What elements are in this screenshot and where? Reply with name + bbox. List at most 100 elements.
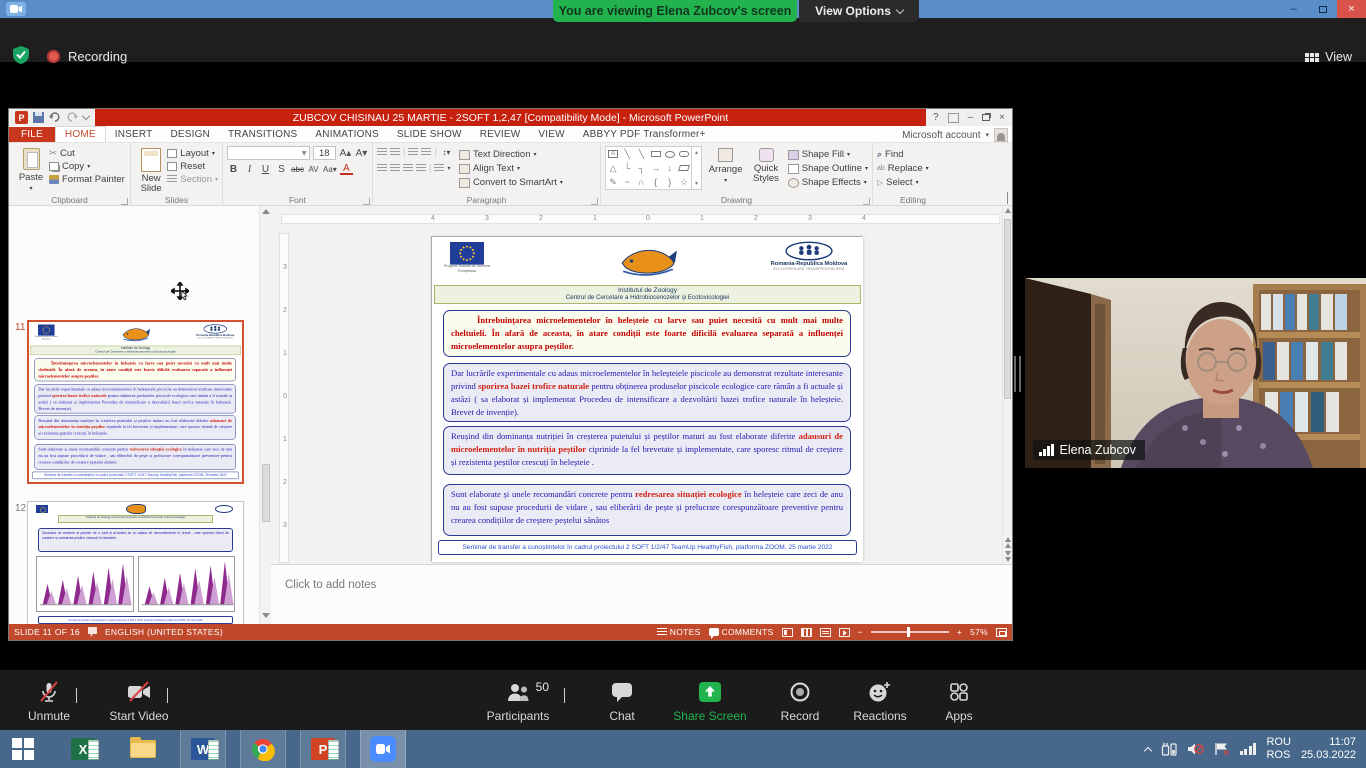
scrollbar-thumb[interactable] xyxy=(262,464,270,522)
slide-textbox-1[interactable]: Întrebuințarea microelementelor în heleș… xyxy=(443,310,851,357)
fit-slide-button[interactable] xyxy=(996,628,1007,637)
text-direction-button[interactable]: Text Direction▾ xyxy=(459,148,563,161)
tab-home[interactable]: HOME xyxy=(55,126,106,142)
slide-canvas[interactable]: Program finantat de Uniunea Europeana Ro… xyxy=(431,236,862,561)
zoom-in-button[interactable]: + xyxy=(957,627,962,637)
comments-toggle-button[interactable]: COMMENTS xyxy=(709,627,774,637)
justify-icon[interactable] xyxy=(416,164,426,173)
share-screen-button[interactable]: Share Screen xyxy=(664,678,756,723)
zoom-out-button[interactable]: − xyxy=(858,627,863,637)
participants-button[interactable]: 50 Participants xyxy=(478,678,558,723)
participant-video[interactable]: Elena Zubcov xyxy=(1025,278,1366,468)
quick-styles-button[interactable]: Quick Styles xyxy=(749,146,783,190)
italic-button[interactable]: I xyxy=(243,163,256,176)
collapse-ribbon-button[interactable] xyxy=(1007,192,1008,203)
font-size-select[interactable]: 18 xyxy=(313,146,336,160)
paste-button[interactable]: Paste▾ xyxy=(13,146,49,192)
decrease-indent-icon[interactable] xyxy=(408,148,418,157)
align-center-icon[interactable] xyxy=(390,164,400,173)
bold-button[interactable]: B xyxy=(227,163,240,176)
taskbar-zoom[interactable] xyxy=(360,730,406,768)
maximize-button[interactable] xyxy=(1308,0,1337,18)
arrange-button[interactable]: Arrange▾ xyxy=(707,146,744,190)
zoom-slider[interactable] xyxy=(871,631,949,633)
shadow-button[interactable]: S xyxy=(275,163,288,176)
section-button[interactable]: Section▾ xyxy=(167,174,218,185)
underline-button[interactable]: U xyxy=(259,163,272,176)
view-layout-button[interactable]: View xyxy=(1305,45,1352,69)
notes-placeholder[interactable]: Click to add notes xyxy=(285,579,376,591)
start-video-button[interactable]: Start Video xyxy=(104,678,174,723)
normal-view-button[interactable] xyxy=(782,628,793,637)
account-avatar[interactable] xyxy=(994,128,1008,142)
shape-fill-button[interactable]: Shape Fill▾ xyxy=(788,148,868,161)
scrollbar-thumb[interactable] xyxy=(1004,219,1011,399)
bullets-icon[interactable] xyxy=(377,148,387,157)
scroll-up-arrow[interactable] xyxy=(1005,208,1011,213)
slide-sorter-view-button[interactable] xyxy=(801,628,812,637)
reset-button[interactable]: Reset xyxy=(167,161,218,172)
slide-11-thumbnail[interactable]: Program finantat de Uniunea Europeana Ro… xyxy=(27,320,244,484)
slide-textbox-3[interactable]: Reușind din dominanța nutriției în creșt… xyxy=(443,426,851,475)
scroll-up-arrow[interactable] xyxy=(262,209,270,214)
spell-check-icon[interactable] xyxy=(88,627,97,637)
tab-transitions[interactable]: TRANSITIONS xyxy=(219,127,306,142)
zoom-percentage[interactable]: 57% xyxy=(970,627,988,637)
tab-review[interactable]: REVIEW xyxy=(471,127,530,142)
start-button[interactable] xyxy=(0,730,46,768)
copy-button[interactable]: Copy▾ xyxy=(49,161,125,172)
shrink-font-button[interactable]: A▾ xyxy=(355,147,368,160)
taskbar-excel[interactable]: X xyxy=(60,730,106,768)
align-right-icon[interactable] xyxy=(403,164,413,173)
apps-button[interactable]: Apps xyxy=(934,678,984,723)
taskbar-word[interactable]: W xyxy=(180,730,226,768)
line-spacing-button[interactable]: ↕▾ xyxy=(440,146,453,159)
zoom-slider-knob[interactable] xyxy=(907,627,910,637)
view-options-button[interactable]: View Options xyxy=(799,0,919,22)
audio-options-chevron-icon[interactable] xyxy=(76,688,77,703)
ribbon-display-button[interactable] xyxy=(948,113,959,123)
grow-font-button[interactable]: A▴ xyxy=(339,147,352,160)
font-dialog-launcher[interactable] xyxy=(363,198,370,205)
tab-animations[interactable]: ANIMATIONS xyxy=(306,127,387,142)
numbering-icon[interactable] xyxy=(390,148,400,157)
tab-abbyy[interactable]: ABBYY PDF Transformer+ xyxy=(574,127,715,142)
chat-button[interactable]: Chat xyxy=(600,678,644,723)
previous-slide-button[interactable] xyxy=(1005,537,1011,548)
align-left-icon[interactable] xyxy=(377,164,387,173)
cut-button[interactable]: ✂Cut xyxy=(49,148,125,159)
tray-expand-chevron-icon[interactable] xyxy=(1144,746,1152,754)
record-button[interactable]: Record xyxy=(772,678,828,723)
drawing-dialog-launcher[interactable] xyxy=(863,198,870,205)
reading-view-button[interactable] xyxy=(820,628,831,637)
notes-toggle-button[interactable]: NOTES xyxy=(657,627,701,637)
next-slide-button[interactable] xyxy=(1005,551,1011,562)
thumbnail-scrollbar[interactable] xyxy=(259,206,271,624)
ppt-restore-button[interactable] xyxy=(982,114,990,121)
qat-customize-chevron-icon[interactable] xyxy=(82,112,90,120)
undo-icon[interactable] xyxy=(49,109,61,127)
battery-icon[interactable] xyxy=(1161,742,1177,756)
unmute-button[interactable]: Unmute xyxy=(20,678,78,723)
notes-pane[interactable]: Click to add notes xyxy=(271,564,1012,626)
close-button[interactable]: × xyxy=(1337,0,1366,18)
account-label[interactable]: Microsoft account xyxy=(902,130,980,141)
taskbar-chrome[interactable] xyxy=(240,730,286,768)
taskbar-powerpoint[interactable]: P xyxy=(300,730,346,768)
format-painter-button[interactable]: Format Painter xyxy=(49,174,125,185)
font-color-button[interactable]: A xyxy=(340,164,353,175)
shape-outline-button[interactable]: Shape Outline▾ xyxy=(788,162,868,175)
replace-button[interactable]: abReplace▾ xyxy=(877,162,949,175)
convert-smartart-button[interactable]: Convert to SmartArt▾ xyxy=(459,176,563,189)
network-flag-icon[interactable]: ✕ xyxy=(1214,742,1230,756)
shape-effects-button[interactable]: Shape Effects▾ xyxy=(788,176,868,189)
font-name-select[interactable]: ▾ xyxy=(227,146,310,160)
taskbar-clock[interactable]: 11:0725.03.2022 xyxy=(1301,736,1356,762)
layout-button[interactable]: Layout▾ xyxy=(167,148,218,159)
select-button[interactable]: ▷Select▾ xyxy=(877,176,949,189)
reactions-button[interactable]: Reactions xyxy=(846,678,914,723)
increase-indent-icon[interactable] xyxy=(421,148,431,157)
clipboard-dialog-launcher[interactable] xyxy=(121,198,128,205)
shapes-gallery[interactable]: A╲╲ ▴▾ △└┐→↓ ✎~∩{}☆ xyxy=(605,146,702,190)
find-button[interactable]: ⌕Find xyxy=(877,148,949,161)
